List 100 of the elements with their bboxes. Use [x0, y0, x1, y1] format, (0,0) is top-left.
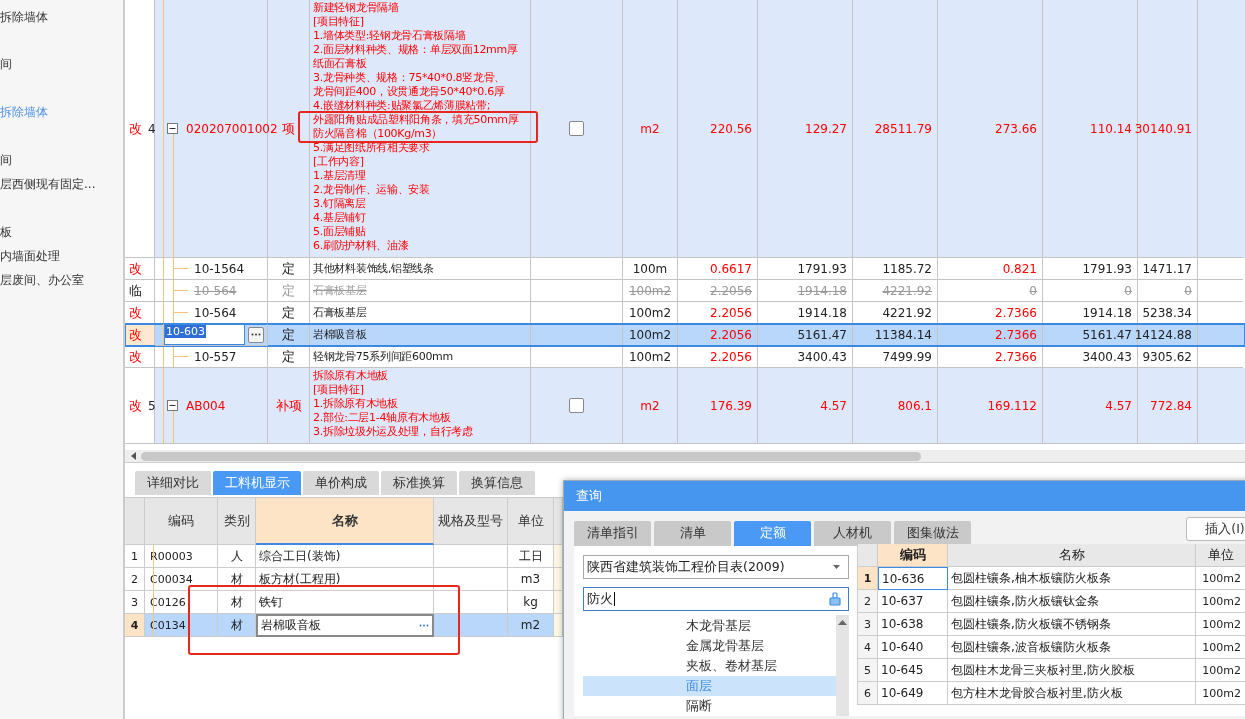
search-field[interactable]: 防火 — [583, 587, 849, 611]
sidebar-item[interactable]: 板 — [0, 223, 123, 247]
table-row[interactable]: 改 10-1564 定 其他材料装饰线,铝塑线条 100m 0.6617 1791.93 1185.72 0.821 1791.93 1471.17 — [125, 258, 1245, 280]
more-button[interactable] — [419, 624, 429, 627]
amount-value: 4221.92 — [882, 305, 932, 320]
table-cell: 100m2 — [1196, 636, 1245, 659]
amount-value: 5161.47 — [1082, 327, 1132, 342]
tree-item[interactable]: 木龙骨基层 — [583, 616, 836, 636]
dialog-tab[interactable]: 人材机 — [814, 521, 891, 546]
dialog-tab[interactable]: 清单指引 — [574, 521, 651, 546]
column-header[interactable]: 规格及型号 — [434, 498, 508, 545]
type-label: 项 — [282, 119, 295, 138]
amount-value: 0.6617 — [710, 261, 752, 276]
sidebar-item[interactable]: 间 — [0, 55, 123, 79]
table-row[interactable]: 改 5 AB004 补项 拆除原有木地板 [项目特征] 1.拆除原有木地板 2.部位:二层1-4轴原有木地板 3.拆除垃圾外运及处理，自行考虑 m2 176.39 4.57 806.1 169.112 4.57 772.84 — [125, 368, 1245, 444]
horizontal-scrollbar[interactable] — [125, 450, 1245, 463]
table-cell: 包方柱木龙骨胶合板衬里,防火板 — [948, 682, 1196, 705]
status-label: 改 — [129, 303, 142, 322]
row-number: 1 — [858, 567, 878, 590]
amount-value: 30140.91 — [1134, 121, 1192, 136]
panel-tab[interactable]: 详细对比 — [135, 471, 211, 495]
table-cell — [554, 614, 563, 637]
row-number: 3 — [858, 613, 878, 636]
description-line: 新建轻钢龙骨隔墙 — [313, 1, 400, 15]
amount-value: 0.821 — [1002, 261, 1037, 276]
scroll-left-icon[interactable] — [131, 452, 137, 460]
sidebar-item[interactable]: 拆除墙体 — [0, 8, 123, 32]
unit-text: 100m2 — [628, 305, 672, 320]
column-header[interactable]: 单位 — [508, 498, 554, 545]
column-header[interactable]: 类别 — [218, 498, 256, 545]
panel-tab[interactable]: 换算信息 — [459, 471, 535, 495]
amount-value: 7499.99 — [882, 349, 932, 364]
amount-value: 220.56 — [710, 121, 752, 136]
quota-code: 10-557 — [194, 349, 237, 364]
description-line: 2.面层材料种类、规格：单层双面12mm厚 — [313, 43, 519, 57]
dialog-title: 查询 — [564, 481, 1245, 511]
panel-tab[interactable]: 单价构成 — [303, 471, 379, 495]
quota-code: 10-564 — [194, 305, 237, 320]
unit-text: 100m — [632, 261, 668, 276]
table-cell — [554, 591, 563, 614]
quota-code: 10-1564 — [194, 261, 245, 276]
more-button[interactable] — [248, 326, 264, 343]
table-cell — [554, 568, 563, 591]
unit-text: 100m2 — [628, 327, 672, 342]
checkbox[interactable] — [569, 121, 584, 136]
amount-value: 3400.43 — [797, 349, 847, 364]
amount-value: 176.39 — [710, 398, 752, 413]
library-dropdown[interactable]: 陕西省建筑装饰工程价目表(2009) — [583, 555, 849, 579]
tree-item[interactable]: 隔断 — [583, 696, 836, 716]
description-line: 3.龙骨种类、规格：75*40*0.8竖龙骨、 — [313, 71, 507, 85]
description-line: 轻钢龙骨75系列间距600mm — [313, 349, 454, 364]
description-line: 1.拆除原有木地板 — [313, 397, 399, 411]
column-header[interactable]: 名称 — [256, 498, 434, 545]
table-cell: 包圆柱镶条,防火板镶不锈钢条 — [948, 613, 1196, 636]
checkbox[interactable] — [569, 398, 584, 413]
code-input-field[interactable]: 10-603 — [164, 324, 245, 345]
row-number: 6 — [858, 682, 878, 705]
tree-item[interactable]: 金属龙骨基层 — [583, 636, 836, 656]
amount-value: 0 — [1029, 283, 1037, 298]
sidebar-item[interactable]: 层废间、办公室 — [0, 271, 123, 295]
amount-value: 110.14 — [1090, 121, 1132, 136]
column-header[interactable]: 名称 — [948, 544, 1196, 567]
tree-item[interactable]: 夹板、卷材基层 — [583, 656, 836, 676]
vertical-scrollbar[interactable] — [836, 615, 849, 716]
dialog-tab[interactable]: 图集做法 — [894, 521, 971, 546]
sidebar-item[interactable]: 间 — [0, 151, 123, 175]
type-label: 定 — [282, 259, 295, 278]
amount-value: 4.57 — [820, 398, 847, 413]
sidebar-item[interactable]: 内墙面处理 — [0, 247, 123, 271]
row-number: 2 — [858, 590, 878, 613]
dialog-tab[interactable]: 清单 — [654, 521, 731, 546]
table-cell: 10-636 — [878, 567, 948, 590]
amount-value: 129.27 — [805, 121, 847, 136]
material-name: 铁钉 — [259, 593, 283, 611]
insert-button[interactable]: 插入(I) — [1186, 517, 1245, 541]
table-cell: 100m2 — [1196, 682, 1245, 705]
table-cell: 100m2 — [1196, 659, 1245, 682]
sidebar-item[interactable]: 层西侧现有固定... — [0, 175, 123, 199]
description-line: [项目特征] — [313, 383, 365, 397]
panel-tab[interactable]: 标准换算 — [381, 471, 457, 495]
collapse-icon[interactable] — [167, 123, 178, 134]
scroll-up-icon[interactable] — [838, 620, 847, 625]
item-code: AB004 — [186, 398, 226, 413]
selected-row[interactable]: 改 10-603 定 岩棉吸音板 100m2 2.2056 5161.47 11384.14 2.7366 5161.47 14124.88 — [125, 324, 1245, 346]
status-label: 改 — [129, 119, 142, 138]
status-label: 改 — [129, 396, 142, 415]
type-label: 定 — [282, 281, 295, 300]
table-cell: 包圆柱镶条,波音板镶防火板条 — [948, 636, 1196, 659]
column-header[interactable]: 单位 — [1196, 544, 1245, 567]
type-label: 定 — [282, 347, 295, 366]
unit-text: m2 — [640, 398, 660, 413]
description-line: 石膏板基层 — [313, 305, 368, 320]
description-line: 3.钉隔离层 — [313, 197, 367, 211]
unit-text: m2 — [640, 121, 660, 136]
collapse-icon[interactable] — [167, 400, 178, 411]
amount-value: 806.1 — [897, 398, 932, 413]
table-row[interactable]: 临 10-564 定 石膏板基层 100m2 2.2056 1914.18 4221.92 0 0 0 — [125, 280, 1245, 302]
column-header[interactable]: 编码 — [145, 498, 218, 545]
description-line: 防火隔音棉（100Kg/m3） — [313, 127, 444, 141]
column-header[interactable]: 编码 — [878, 544, 948, 567]
